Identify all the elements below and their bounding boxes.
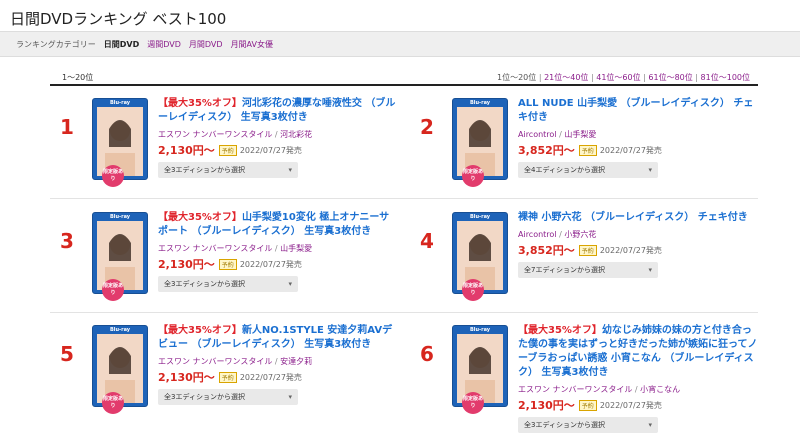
pager-link-61-80[interactable]: 61位〜80位 <box>648 73 692 82</box>
ranking-item: 4 Blu-ray 限定版あり 裸神 小野六花 （ブルーレイディスク） チェキ付… <box>410 211 764 323</box>
edition-select[interactable]: 全3エディションから選択 ▾ <box>518 417 658 433</box>
rank-number: 2 <box>420 115 434 139</box>
chevron-down-icon: ▾ <box>648 266 652 274</box>
rank-number: 5 <box>60 342 74 366</box>
edition-select[interactable]: 全3エディションから選択 ▾ <box>158 389 298 405</box>
maker-link[interactable]: Aircontrol <box>518 230 557 239</box>
release-date: 2022/07/27発売 <box>239 145 302 155</box>
maker-link[interactable]: エスワン ナンバーワンスタイル <box>518 385 632 394</box>
edition-select[interactable]: 全4エディションから選択 ▾ <box>518 162 658 178</box>
pager-link-41-60[interactable]: 41位〜60位 <box>596 73 640 82</box>
preorder-badge: 予約 <box>578 244 597 256</box>
category-monthly-actress[interactable]: 月間AV女優 <box>231 39 273 50</box>
ranking-item: 2 Blu-ray 限定版あり ALL NUDE 山手梨愛 （ブルーレイディスク… <box>410 97 764 209</box>
price: 2,130円〜 <box>158 144 215 157</box>
maker-link[interactable]: エスワン ナンバーワンスタイル <box>158 357 272 366</box>
price: 2,130円〜 <box>158 371 215 384</box>
limited-edition-badge: 限定版あり <box>462 279 484 301</box>
pager-link-21-40[interactable]: 21位〜40位 <box>544 73 588 82</box>
edition-select[interactable]: 全3エディションから選択 ▾ <box>158 162 298 178</box>
category-monthly-dvd[interactable]: 月間DVD <box>189 39 223 50</box>
maker-link[interactable]: Aircontrol <box>518 130 557 139</box>
category-bar: ランキングカテゴリー 日間DVD 週間DVD 月間DVD 月間AV女優 <box>0 31 800 57</box>
page-title: 日間DVDランキング ベスト100 <box>10 10 227 28</box>
product-title-link[interactable]: 裸神 小野六花 （ブルーレイディスク） チェキ付き <box>518 211 758 225</box>
edition-select[interactable]: 全7エディションから選択 ▾ <box>518 262 658 278</box>
ranking-item: 5 Blu-ray 限定版あり 【最大35%オフ】新人NO.1STYLE 安達夕… <box>50 324 404 436</box>
actress-link[interactable]: 山手梨愛 <box>280 244 312 253</box>
preorder-badge: 予約 <box>578 144 597 156</box>
release-date: 2022/07/27発売 <box>599 145 662 155</box>
category-label: ランキングカテゴリー <box>16 39 96 49</box>
maker-link[interactable]: エスワン ナンバーワンスタイル <box>158 130 272 139</box>
limited-edition-badge: 限定版あり <box>102 165 124 187</box>
pager-link-81-100[interactable]: 81位〜100位 <box>701 73 750 82</box>
limited-edition-badge: 限定版あり <box>102 392 124 414</box>
product-title-link[interactable]: 【最大35%オフ】新人NO.1STYLE 安達夕莉AVデビュー （ブルーレイディ… <box>158 324 398 352</box>
preorder-badge: 予約 <box>218 144 237 156</box>
price: 2,130円〜 <box>158 258 215 271</box>
ranking-item: 3 Blu-ray 限定版あり 【最大35%オフ】山手梨愛10変化 極上オナニー… <box>50 211 404 323</box>
actress-link[interactable]: 河北彩花 <box>280 130 312 139</box>
chevron-down-icon: ▾ <box>648 421 652 429</box>
discount-label: 【最大35%オフ】 <box>518 325 602 336</box>
preorder-badge: 予約 <box>578 399 597 411</box>
header-divider <box>50 84 758 86</box>
rank-number: 4 <box>420 229 434 253</box>
chevron-down-icon: ▾ <box>288 393 292 401</box>
limited-edition-badge: 限定版あり <box>462 392 484 414</box>
price: 3,852円〜 <box>518 244 575 257</box>
chevron-down-icon: ▾ <box>288 280 292 288</box>
pager: 1位〜20位 | 21位〜40位 | 41位〜60位 | 61位〜80位 | 8… <box>497 73 750 82</box>
price: 2,130円〜 <box>518 399 575 412</box>
actress-link[interactable]: 安達夕莉 <box>280 357 312 366</box>
rank-number: 3 <box>60 229 74 253</box>
product-title: 裸神 小野六花 （ブルーレイディスク） チェキ付き <box>518 212 748 223</box>
release-date: 2022/07/27発売 <box>599 400 662 410</box>
actress-link[interactable]: 小宵こなん <box>640 385 680 394</box>
rank-number: 6 <box>420 342 434 366</box>
discount-label: 【最大35%オフ】 <box>158 98 242 109</box>
limited-edition-badge: 限定版あり <box>102 279 124 301</box>
product-title-link[interactable]: 【最大35%オフ】山手梨愛10変化 極上オナニーサポート （ブルーレイディスク）… <box>158 211 398 239</box>
discount-label: 【最大35%オフ】 <box>158 212 242 223</box>
release-date: 2022/07/27発売 <box>239 259 302 269</box>
category-weekly-dvd[interactable]: 週間DVD <box>147 39 181 50</box>
release-date: 2022/07/27発売 <box>599 245 662 255</box>
category-daily-dvd[interactable]: 日間DVD <box>104 39 139 50</box>
row-divider <box>50 312 758 313</box>
chevron-down-icon: ▾ <box>288 166 292 174</box>
ranking-item: 6 Blu-ray 限定版あり 【最大35%オフ】幼なじみ姉妹の妹の方と付き合っ… <box>410 324 764 436</box>
product-title-link[interactable]: 【最大35%オフ】河北彩花の濃厚な唾液性交 （ブルーレイディスク） 生写真3枚付… <box>158 97 398 125</box>
range-label: 1〜20位 <box>62 73 94 82</box>
release-date: 2022/07/27発売 <box>239 372 302 382</box>
chevron-down-icon: ▾ <box>648 166 652 174</box>
preorder-badge: 予約 <box>218 371 237 383</box>
limited-edition-badge: 限定版あり <box>462 165 484 187</box>
product-title-link[interactable]: ALL NUDE 山手梨愛 （ブルーレイディスク） チェキ付き <box>518 97 758 125</box>
pager-current: 1位〜20位 <box>497 73 537 82</box>
actress-link[interactable]: 山手梨愛 <box>564 130 596 139</box>
product-title: ALL NUDE 山手梨愛 （ブルーレイディスク） チェキ付き <box>518 98 754 123</box>
rank-number: 1 <box>60 115 74 139</box>
row-divider <box>50 198 758 199</box>
maker-link[interactable]: エスワン ナンバーワンスタイル <box>158 244 272 253</box>
ranking-item: 1 Blu-ray 限定版あり 【最大35%オフ】河北彩花の濃厚な唾液性交 （ブ… <box>50 97 404 209</box>
edition-select[interactable]: 全3エディションから選択 ▾ <box>158 276 298 292</box>
product-title-link[interactable]: 【最大35%オフ】幼なじみ姉妹の妹の方と付き合った僕の事を実はずっと好きだった姉… <box>518 324 758 380</box>
discount-label: 【最大35%オフ】 <box>158 325 242 336</box>
preorder-badge: 予約 <box>218 258 237 270</box>
actress-link[interactable]: 小野六花 <box>564 230 596 239</box>
price: 3,852円〜 <box>518 144 575 157</box>
